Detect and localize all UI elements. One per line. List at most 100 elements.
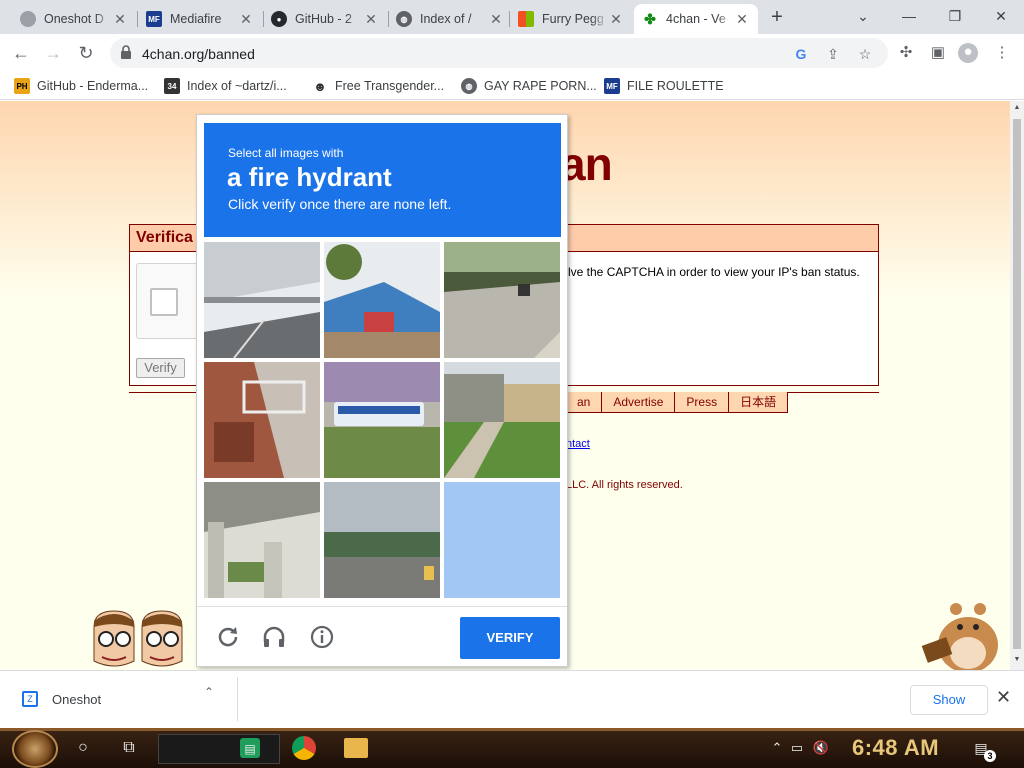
bookmark-file-roulette[interactable]: MF FILE ROULETTE — [604, 77, 724, 95]
tab-oneshot[interactable]: Oneshot D ✕ — [12, 4, 136, 34]
bookmark-github[interactable]: PH GitHub - Enderma... — [14, 77, 148, 95]
address-bar[interactable]: 4chan.org/banned G ⇪ ☆ — [110, 38, 888, 68]
bookmark-label: FILE ROULETTE — [627, 79, 724, 93]
close-icon[interactable]: ✕ — [238, 11, 254, 28]
extensions-icon[interactable]: ✣ — [896, 44, 916, 62]
new-tab-button[interactable]: + — [766, 6, 788, 28]
task-view-icon[interactable]: ⧉ — [118, 737, 140, 759]
back-icon[interactable]: ← — [10, 42, 32, 64]
footer-link-japanese[interactable]: 日本語 — [728, 392, 789, 413]
clock[interactable]: 6:48 AM — [852, 735, 939, 761]
footer-link-advertise[interactable]: Advertise — [601, 392, 676, 413]
bookmark-gay[interactable]: ◍ GAY RAPE PORN... — [461, 77, 597, 95]
bookmark-label: Index of ~dartz/i... — [187, 79, 287, 93]
mediafire-icon: MF — [146, 11, 162, 27]
hexagon-icon — [20, 11, 36, 27]
captcha-tile-6[interactable] — [444, 362, 560, 478]
side-panel-icon[interactable]: ▣ — [928, 44, 948, 62]
challenge-target: a fire hydrant — [227, 162, 392, 192]
close-icon[interactable]: ✕ — [112, 11, 128, 28]
footer-link-press[interactable]: Press — [674, 392, 730, 413]
download-shelf: Z Oneshot ⌃ Show ✕ — [0, 670, 1024, 728]
copyright-text: LLC. All rights reserved. — [566, 479, 683, 491]
close-shelf-icon[interactable]: ✕ — [996, 687, 1011, 708]
chrome-icon[interactable] — [292, 736, 316, 760]
footer-link[interactable]: an — [565, 392, 603, 413]
clover-icon: ✤ — [644, 10, 656, 27]
tab-github[interactable]: ● GitHub - 2 ✕ — [263, 4, 387, 34]
profile-avatar[interactable]: ● — [958, 43, 978, 63]
sheets-icon[interactable]: ▤ — [240, 738, 260, 758]
close-icon[interactable]: ✕ — [488, 11, 504, 28]
zip-file-icon: Z — [22, 691, 38, 707]
bookmark-label: Free Transgender... — [335, 79, 445, 93]
chevron-up-icon[interactable]: ⌃ — [204, 685, 214, 699]
captcha-tile-8[interactable] — [324, 482, 440, 598]
challenge-footer: VERIFY — [197, 606, 567, 667]
tab-index[interactable]: ◍ Index of / ✕ — [388, 4, 512, 34]
contact-link[interactable]: ntact — [566, 438, 590, 450]
scroll-down-icon[interactable]: ▼ — [1013, 656, 1021, 663]
download-item[interactable]: Z Oneshot — [10, 681, 230, 717]
bookmarks-bar: PH GitHub - Enderma... 34 Index of ~dart… — [0, 72, 1024, 100]
captcha-tile-1[interactable] — [204, 242, 320, 358]
cortana-icon[interactable]: ○ — [72, 737, 94, 759]
footer-nav: an Advertise Press 日本語 — [565, 392, 789, 413]
ph-icon: PH — [14, 78, 30, 94]
start-button[interactable] — [12, 730, 58, 768]
close-window-button[interactable]: ✕ — [988, 4, 1014, 28]
minimize-button[interactable]: — — [896, 4, 922, 28]
file-explorer-icon[interactable] — [344, 738, 368, 758]
scroll-up-icon[interactable]: ▲ — [1013, 104, 1021, 111]
windows-logo-icon — [518, 11, 534, 27]
page-scrollbar[interactable]: ▲ ▼ — [1010, 101, 1024, 670]
network-icon[interactable]: ▭ — [788, 740, 806, 756]
taskbar-pinned-area — [158, 734, 280, 764]
menu-kebab-icon[interactable]: ⋮ — [992, 44, 1012, 62]
tab-title: Mediafire — [170, 12, 222, 26]
tab-title: Oneshot D — [44, 12, 104, 26]
recaptcha-challenge: Select all images with a fire hydrant Cl… — [196, 114, 568, 667]
captcha-tile-3[interactable] — [444, 242, 560, 358]
tab-title: Furry Pegg — [542, 12, 604, 26]
captcha-instruction: lve the CAPTCHA in order to view your IP… — [568, 265, 860, 279]
browser-toolbar: ← → ↻ 4chan.org/banned G ⇪ ☆ ✣ ▣ ● ⋮ — [0, 34, 1024, 72]
verify-button[interactable]: Verify — [136, 358, 185, 378]
google-lens-icon[interactable]: G — [792, 45, 810, 63]
bookmark-transgender[interactable]: ☻ Free Transgender... — [312, 77, 444, 95]
captcha-tile-5[interactable] — [324, 362, 440, 478]
captcha-tile-2[interactable] — [324, 242, 440, 358]
index-icon: 34 — [164, 78, 180, 94]
share-icon[interactable]: ⇪ — [824, 45, 842, 63]
scroll-thumb[interactable] — [1013, 119, 1021, 649]
recaptcha-checkbox[interactable] — [150, 288, 178, 316]
download-filename: Oneshot — [52, 691, 102, 707]
bookmark-label: GAY RAPE PORN... — [484, 79, 597, 93]
tab-furry[interactable]: Furry Pegg ✕ — [510, 4, 632, 34]
show-all-button[interactable]: Show — [910, 685, 988, 715]
bookmark-star-icon[interactable]: ☆ — [856, 45, 874, 63]
tab-4chan[interactable]: ✤ 4chan - Ve ✕ — [634, 4, 758, 34]
captcha-tile-9-selected[interactable] — [444, 482, 560, 598]
captcha-tile-4[interactable] — [204, 362, 320, 478]
reload-icon[interactable]: ↻ — [75, 42, 97, 64]
url-text: 4chan.org/banned — [142, 46, 255, 62]
captcha-tile-7[interactable] — [204, 482, 320, 598]
recaptcha-anchor[interactable] — [136, 263, 200, 339]
captcha-verify-button[interactable]: VERIFY — [460, 617, 560, 659]
close-icon[interactable]: ✕ — [734, 11, 750, 28]
tab-search-button[interactable]: ⌄ — [850, 4, 876, 28]
headphones-icon[interactable] — [261, 624, 287, 650]
tab-mediafire[interactable]: MF Mediafire ✕ — [138, 4, 262, 34]
info-icon[interactable] — [309, 624, 335, 650]
close-icon[interactable]: ✕ — [363, 11, 379, 28]
tray-chevron-icon[interactable]: ⌃ — [768, 740, 786, 756]
forward-icon[interactable]: → — [42, 42, 64, 64]
challenge-line-1: Select all images with — [228, 146, 344, 160]
bookmark-index[interactable]: 34 Index of ~dartz/i... — [164, 77, 287, 95]
tab-title: Index of / — [420, 12, 472, 26]
volume-muted-icon[interactable]: 🔇 — [812, 740, 830, 756]
reload-icon[interactable] — [215, 624, 241, 650]
maximize-button[interactable]: ❐ — [942, 4, 968, 28]
close-icon[interactable]: ✕ — [608, 11, 624, 28]
